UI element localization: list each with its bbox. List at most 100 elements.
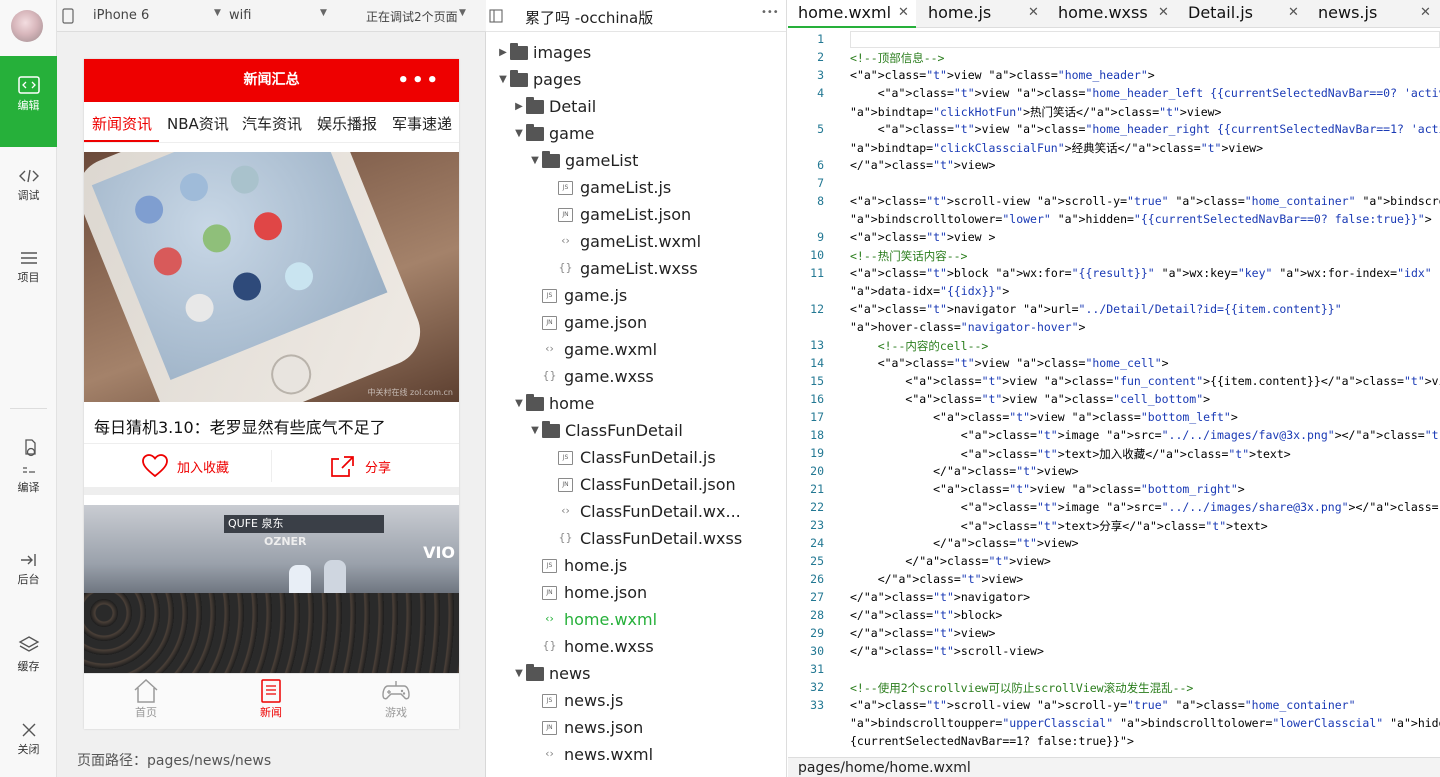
file-item[interactable]: JS gameList.js [544,174,671,201]
file-item[interactable]: ‹› ClassFunDetail.wx... [544,498,741,525]
favorite-button[interactable]: 加入收藏 [142,454,229,478]
close-tab-icon[interactable]: ✕ [898,0,909,26]
file-item[interactable]: ‹› gameList.wxml [544,228,701,255]
folder-item[interactable]: ▼ game [512,120,594,147]
code-line[interactable]: <"a">class="t">view "a">class="bottom_le… [850,410,1238,424]
file-item[interactable]: JN game.json [528,309,647,336]
file-item[interactable]: JN gameList.json [544,201,691,228]
sidebar-item-close[interactable]: 关闭 [0,722,57,757]
file-item[interactable]: JN home.json [528,579,647,606]
code-line[interactable]: </"a">class="t">view> [850,536,1078,550]
code-line[interactable]: "a">data-idx="{{idx}}"> [850,284,1009,298]
code-line[interactable]: <!--顶部信息--> [850,50,944,66]
tab-nba[interactable]: NBA资讯 [167,113,229,134]
tab-entertainment[interactable]: 娱乐播报 [317,113,377,134]
file-item[interactable]: JS home.js [528,552,627,579]
file-item[interactable]: ‹› game.wxml [528,336,657,363]
sidebar-item-background[interactable]: 后台 [0,552,57,587]
article-image[interactable]: QUFE 泉东 OZNER VIO [84,505,459,673]
code-line[interactable]: </"a">class="t">navigator> [850,590,1030,604]
file-item[interactable]: JS game.js [528,282,627,309]
tab-auto[interactable]: 汽车资讯 [242,113,302,134]
file-item[interactable]: {} ClassFunDetail.wxss [544,525,743,552]
tab-home-wxss[interactable]: home.wxss ✕ [1048,0,1176,28]
code-line[interactable]: </"a">class="t">view> [850,464,1078,478]
code-line[interactable]: <"a">class="t">view > [850,230,995,244]
code-line[interactable]: "a">bindscrolltolower="lower" "a">hidden… [850,212,1432,226]
code-line[interactable]: "a">bindscrolltoupper="upperClasscial" "… [850,716,1440,730]
tab-military[interactable]: 军事速递 [392,113,452,134]
code-line[interactable]: </"a">class="t">scroll-view> [850,644,1044,658]
folder-item[interactable]: ▼ ClassFunDetail [528,417,683,444]
chevron-down-icon[interactable]: ▼ [320,8,327,18]
code-line[interactable]: <"a">class="t">view "a">class="bottom_ri… [850,482,1245,496]
tab-news[interactable]: 新闻资讯 [92,113,152,134]
network-select[interactable]: wifi [229,8,251,23]
phone-icon[interactable] [62,8,74,24]
more-icon[interactable]: ••• [397,59,441,102]
code-line[interactable]: "a">bindtap="clickClasscialFun">经典笑话</"a… [850,140,1263,156]
debug-status[interactable]: 正在调试2个页面 [366,8,458,25]
code-line[interactable]: <"a">class="t">navigator "a">url="../Det… [850,302,1342,316]
tab-home-js[interactable]: home.js ✕ [918,0,1046,28]
code-line[interactable]: <"a">class="t">text>分享</"a">class="t">te… [850,518,1268,534]
share-button[interactable]: 分享 [330,454,391,478]
code-line[interactable]: </"a">class="t">block> [850,608,1002,622]
code-line[interactable]: <"a">class="t">view "a">class="home_head… [850,68,1155,82]
code-line[interactable]: <!--内容的cell--> [850,338,989,354]
chevron-down-icon[interactable]: ▼ [214,8,221,18]
code-line[interactable]: <!--热门笑话内容--> [850,248,967,264]
avatar[interactable] [11,10,43,42]
tabbar-home[interactable]: 首页 [116,678,176,720]
code-line[interactable]: <"a">class="t">text>加入收藏</"a">class="t">… [850,446,1291,462]
folder-item[interactable]: ▼ news [512,660,590,687]
file-item[interactable]: {} game.wxss [528,363,654,390]
folder-item[interactable]: ▼ gameList [528,147,638,174]
file-item[interactable]: JN ClassFunDetail.json [544,471,736,498]
folder-item[interactable]: ▶ Detail [512,93,596,120]
code-line[interactable]: </"a">class="t">view> [850,572,1023,586]
chevron-down-icon[interactable]: ▼ [459,8,466,18]
folder-item[interactable]: ▶ images [496,39,591,66]
file-item[interactable]: JS ClassFunDetail.js [544,444,716,471]
file-item[interactable]: ‹› news.wxml [528,741,653,768]
tabbar-news[interactable]: 新闻 [241,678,301,720]
sidebar-item-edit[interactable]: 编辑 [0,56,57,147]
close-tab-icon[interactable]: ✕ [1420,0,1431,26]
file-item[interactable]: JN news.json [528,714,643,741]
code-line[interactable]: <"a">class="t">image "a">src="../../imag… [850,500,1440,514]
code-line[interactable]: <"a">class="t">scroll-view "a">scroll-y=… [850,698,1356,712]
file-item[interactable]: ‹› home.wxml [528,606,657,633]
code-line[interactable]: <"a">class="t">view "a">class="home_head… [850,86,1440,100]
code-line[interactable]: </"a">class="t">view> [850,158,995,172]
tab-news-js[interactable]: news.js ✕ [1308,0,1440,28]
folder-item[interactable]: ▼ pages [496,66,581,93]
article-title[interactable]: 每日猜机3.10：老罗显然有些底气不足了 [94,414,386,438]
sidebar-item-project[interactable]: 项目 [0,250,57,285]
tab-home-wxml[interactable]: home.wxml ✕ [788,0,916,28]
code-line[interactable]: <"a">class="t">view "a">class="cell_bott… [850,392,1210,406]
sidebar-item-debug[interactable]: 调试 [0,168,57,203]
code-line[interactable]: <"a">class="t">image "a">src="../../imag… [850,428,1440,442]
close-tab-icon[interactable]: ✕ [1028,0,1039,26]
code-line[interactable]: <"a">class="t">view "a">class="home_head… [850,122,1440,136]
sidebar-item-cache[interactable]: 缓存 [0,635,57,674]
more-icon[interactable]: ••• [761,7,779,18]
code-line[interactable]: <"a">class="t">scroll-view "a">scroll-y=… [850,194,1440,208]
code-line[interactable]: </"a">class="t">view> [850,554,1050,568]
close-tab-icon[interactable]: ✕ [1288,0,1299,26]
code-line[interactable]: <"a">class="t">block "a">wx:for="{{resul… [850,266,1440,280]
device-select[interactable]: iPhone 6 [93,8,149,23]
code-area[interactable]: 1 2 <!--顶部信息--> 3 <"a">class="t">view "a">cl… [788,30,1440,757]
code-line[interactable]: <"a">class="t">view "a">class="fun_conte… [850,374,1440,388]
layout-icon[interactable] [489,9,503,23]
file-item[interactable]: {} home.wxss [528,633,654,660]
tabbar-game[interactable]: 游戏 [366,678,426,720]
code-line[interactable]: <"a">class="t">view "a">class="home_cell… [850,356,1169,370]
code-line[interactable]: "a">hover-class="navigator-hover"> [850,320,1085,334]
code-line[interactable]: </"a">class="t">view> [850,626,995,640]
code-line[interactable]: <!--使用2个scrollview可以防止scrollView滚动发生混乱--… [850,680,1193,696]
file-item[interactable]: JS news.js [528,687,623,714]
folder-item[interactable]: ▼ home [512,390,594,417]
file-item[interactable]: {} gameList.wxss [544,255,698,282]
